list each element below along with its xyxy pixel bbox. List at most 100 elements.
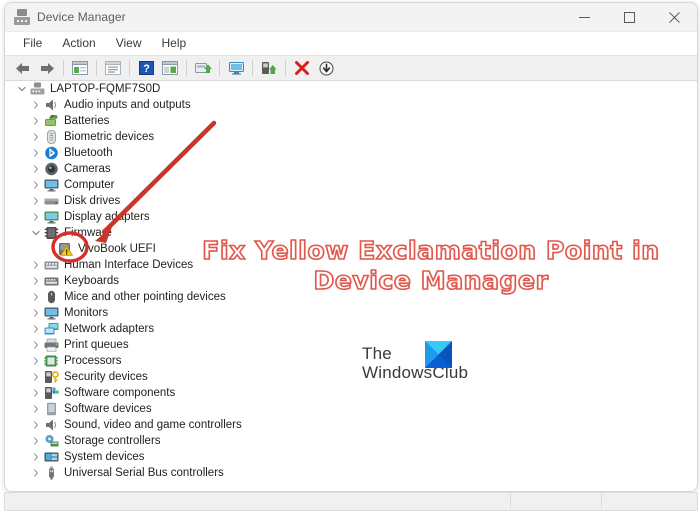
chevron-right-icon[interactable] (29, 401, 43, 417)
tree-item-firmware[interactable]: Firmware (5, 225, 697, 241)
chevron-right-icon[interactable] (29, 113, 43, 129)
tree-item-biometric-devices[interactable]: Biometric devices (5, 129, 697, 145)
chevron-right-icon[interactable] (29, 369, 43, 385)
tree-item-print-queues[interactable]: Print queues (5, 337, 697, 353)
tree-item-label: Firmware (64, 227, 112, 239)
tree-item-batteries[interactable]: Batteries (5, 113, 697, 129)
tree-item-software-components[interactable]: Software components (5, 385, 697, 401)
tree-item-disk-drives[interactable]: Disk drives (5, 193, 697, 209)
chevron-down-icon[interactable] (15, 81, 29, 97)
tree-item-security-devices[interactable]: Security devices (5, 369, 697, 385)
close-icon[interactable] (652, 3, 697, 31)
properties-button[interactable] (101, 57, 125, 79)
monitor-icon (43, 305, 60, 321)
menu-item-view[interactable]: View (106, 34, 152, 52)
chevron-right-icon[interactable] (29, 145, 43, 161)
printer-icon (43, 337, 60, 353)
chevron-right-icon[interactable] (29, 321, 43, 337)
tree-item-label: Universal Serial Bus controllers (64, 467, 224, 479)
monitor-icon (43, 177, 60, 193)
chevron-right-icon[interactable] (29, 257, 43, 273)
tree-item-label: VivoBook UEFI (78, 243, 156, 255)
menu-item-help[interactable]: Help (152, 34, 197, 52)
tree-item-label: Biometric devices (64, 131, 155, 143)
chevron-right-icon[interactable] (29, 353, 43, 369)
tree-item-label: System devices (64, 451, 145, 463)
menu-item-action[interactable]: Action (52, 34, 105, 52)
enable-device-button[interactable] (257, 57, 281, 79)
chevron-right-icon[interactable] (29, 177, 43, 193)
help-button[interactable]: ? (134, 57, 158, 79)
tree-item-label: Bluetooth (64, 147, 113, 159)
chevron-right-icon[interactable] (29, 305, 43, 321)
bluetooth-icon (43, 145, 60, 161)
chevron-right-icon[interactable] (29, 449, 43, 465)
tree-item-computer[interactable]: Computer (5, 177, 697, 193)
maximize-icon[interactable] (607, 3, 652, 31)
menu-item-file[interactable]: File (13, 34, 52, 52)
tree-item-label: Monitors (64, 307, 109, 319)
tree-item-keyboards[interactable]: Keyboards (5, 273, 697, 289)
chevron-right-icon[interactable] (29, 385, 43, 401)
disable-device-button[interactable] (314, 57, 338, 79)
disk-drive-icon (43, 193, 60, 209)
camera-icon (43, 161, 60, 177)
chevron-right-icon[interactable] (29, 337, 43, 353)
tree-item-human-interface-devices[interactable]: Human Interface Devices (5, 257, 697, 273)
update-driver-button[interactable] (191, 57, 215, 79)
tree-item-label: Mice and other pointing devices (64, 291, 226, 303)
storage-controller-icon (43, 433, 60, 449)
tree-item-mice-and-other-pointing-devices[interactable]: Mice and other pointing devices (5, 289, 697, 305)
software-device-icon (43, 401, 60, 417)
chevron-right-icon[interactable] (29, 161, 43, 177)
back-button[interactable] (11, 57, 35, 79)
chevron-right-icon[interactable] (29, 129, 43, 145)
device-manager-window: Device Manager File Action View Help ? L… (4, 2, 698, 492)
tree-item-processors[interactable]: Processors (5, 353, 697, 369)
statusbar (4, 492, 698, 511)
chevron-right-icon[interactable] (29, 433, 43, 449)
tree-item-display-adapters[interactable]: Display adapters (5, 209, 697, 225)
show-hide-action-pane-button[interactable] (158, 57, 182, 79)
tree-item-vivobook-uefi[interactable]: VivoBook UEFI (5, 241, 697, 257)
minimize-icon[interactable] (562, 3, 607, 31)
toolbar-separator (252, 60, 253, 76)
tree-item-label: Processors (64, 355, 122, 367)
tree-item-label: Sound, video and game controllers (64, 419, 242, 431)
tree-item-bluetooth[interactable]: Bluetooth (5, 145, 697, 161)
chevron-down-icon[interactable] (29, 225, 43, 241)
tree-item-label: Storage controllers (64, 435, 161, 447)
statusbar-segment (510, 494, 601, 509)
tree-item-sound-video-and-game-controllers[interactable]: Sound, video and game controllers (5, 417, 697, 433)
show-hide-console-tree-button[interactable] (68, 57, 92, 79)
chevron-right-icon[interactable] (29, 97, 43, 113)
chevron-right-icon[interactable] (29, 465, 43, 481)
chevron-right-icon[interactable] (29, 289, 43, 305)
tree-item-network-adapters[interactable]: Network adapters (5, 321, 697, 337)
tree-item-audio-inputs-and-outputs[interactable]: Audio inputs and outputs (5, 97, 697, 113)
tree-item-monitors[interactable]: Monitors (5, 305, 697, 321)
chevron-right-icon[interactable] (29, 417, 43, 433)
tree-root-node[interactable]: LAPTOP-FQMF7S0D (5, 81, 697, 97)
chevron-right-icon[interactable] (29, 273, 43, 289)
fingerprint-icon (43, 129, 60, 145)
tree-item-cameras[interactable]: Cameras (5, 161, 697, 177)
svg-text:?: ? (143, 63, 150, 75)
tree-item-software-devices[interactable]: Software devices (5, 401, 697, 417)
security-key-icon (43, 369, 60, 385)
window-title: Device Manager (37, 10, 126, 24)
scan-hardware-changes-button[interactable] (224, 57, 248, 79)
uninstall-device-button[interactable] (290, 57, 314, 79)
device-tree[interactable]: LAPTOP-FQMF7S0D Audio inputs and outputs… (5, 81, 697, 491)
tree-item-system-devices[interactable]: System devices (5, 449, 697, 465)
forward-button[interactable] (35, 57, 59, 79)
tree-item-universal-serial-bus-controllers[interactable]: Universal Serial Bus controllers (5, 465, 697, 481)
chevron-right-icon[interactable] (29, 193, 43, 209)
keyboard-icon (43, 273, 60, 289)
menubar: File Action View Help (5, 32, 697, 55)
chevron-right-icon[interactable] (29, 209, 43, 225)
network-adapter-icon (43, 321, 60, 337)
tree-item-storage-controllers[interactable]: Storage controllers (5, 433, 697, 449)
system-device-icon (43, 449, 60, 465)
